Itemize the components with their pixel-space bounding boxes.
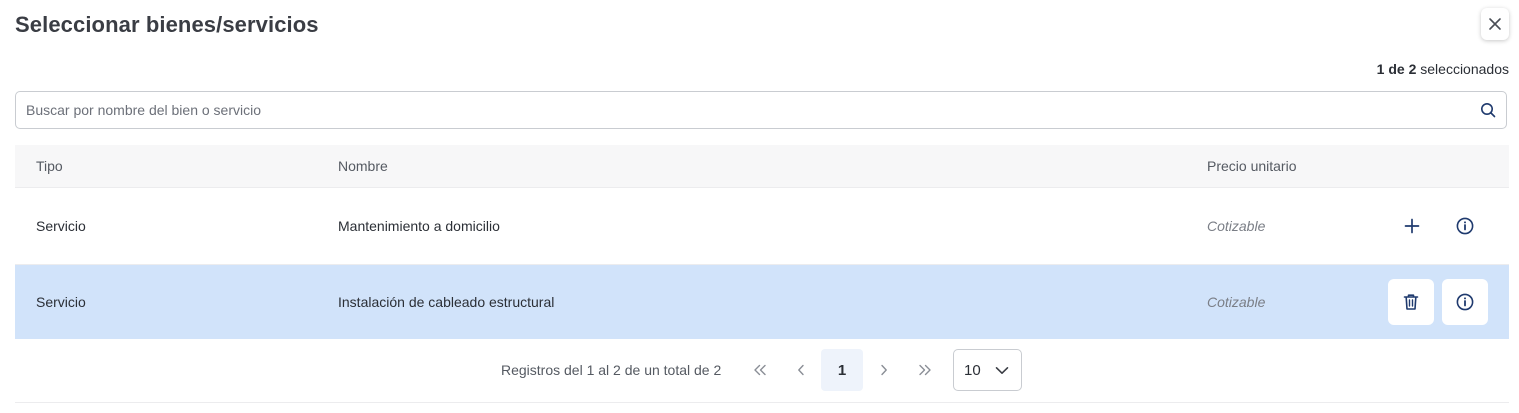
table-row[interactable]: Servicio Mantenimiento a domicilio Cotiz… xyxy=(15,188,1509,265)
dialog-title: Seleccionar bienes/servicios xyxy=(15,12,319,37)
chevron-right-icon xyxy=(881,364,887,376)
info-icon xyxy=(1456,293,1474,311)
header-tipo[interactable]: Tipo xyxy=(36,145,63,187)
search-input[interactable] xyxy=(16,92,1479,128)
divider xyxy=(15,402,1509,403)
page-size-value: 10 xyxy=(964,361,981,379)
trash-icon xyxy=(1403,294,1419,310)
search-box xyxy=(15,91,1507,129)
last-page-button[interactable] xyxy=(904,349,946,391)
pagination-info: Registros del 1 al 2 de un total de 2 xyxy=(501,362,722,378)
row-tipo: Servicio xyxy=(36,218,86,234)
row-nombre: Instalación de cableado estructural xyxy=(338,294,555,310)
table-row[interactable]: Servicio Instalación de cableado estruct… xyxy=(15,265,1509,339)
row-nombre: Mantenimiento a domicilio xyxy=(338,218,500,234)
table-header: Tipo Nombre Precio unitario xyxy=(15,145,1509,188)
selected-count-value: 1 de 2 xyxy=(1376,61,1417,77)
pagination: Registros del 1 al 2 de un total de 2 1 … xyxy=(0,349,1519,391)
header-precio[interactable]: Precio unitario xyxy=(1207,145,1297,187)
items-table: Tipo Nombre Precio unitario Servicio Man… xyxy=(15,145,1509,339)
close-icon xyxy=(1489,18,1501,30)
selected-count-suffix: seleccionados xyxy=(1416,61,1509,77)
plus-icon xyxy=(1404,218,1420,234)
double-chevron-left-icon xyxy=(754,364,766,376)
remove-item-button[interactable] xyxy=(1388,279,1434,325)
prev-page-button[interactable] xyxy=(780,349,822,391)
info-button[interactable] xyxy=(1442,203,1488,249)
page-number-button[interactable]: 1 xyxy=(821,349,863,391)
chevron-left-icon xyxy=(798,364,804,376)
search-icon[interactable] xyxy=(1479,101,1497,119)
header-nombre[interactable]: Nombre xyxy=(338,145,388,187)
add-item-button[interactable] xyxy=(1389,203,1435,249)
page-size-select[interactable]: 10 xyxy=(953,349,1022,391)
first-page-button[interactable] xyxy=(739,349,781,391)
next-page-button[interactable] xyxy=(863,349,905,391)
chevron-down-icon xyxy=(995,366,1009,374)
close-button[interactable] xyxy=(1481,8,1509,40)
row-tipo: Servicio xyxy=(36,294,86,310)
info-button[interactable] xyxy=(1442,279,1488,325)
row-precio: Cotizable xyxy=(1207,294,1266,310)
selected-count: 1 de 2 seleccionados xyxy=(1377,61,1509,77)
double-chevron-right-icon xyxy=(919,364,931,376)
info-icon xyxy=(1456,217,1474,235)
row-precio: Cotizable xyxy=(1207,218,1266,234)
